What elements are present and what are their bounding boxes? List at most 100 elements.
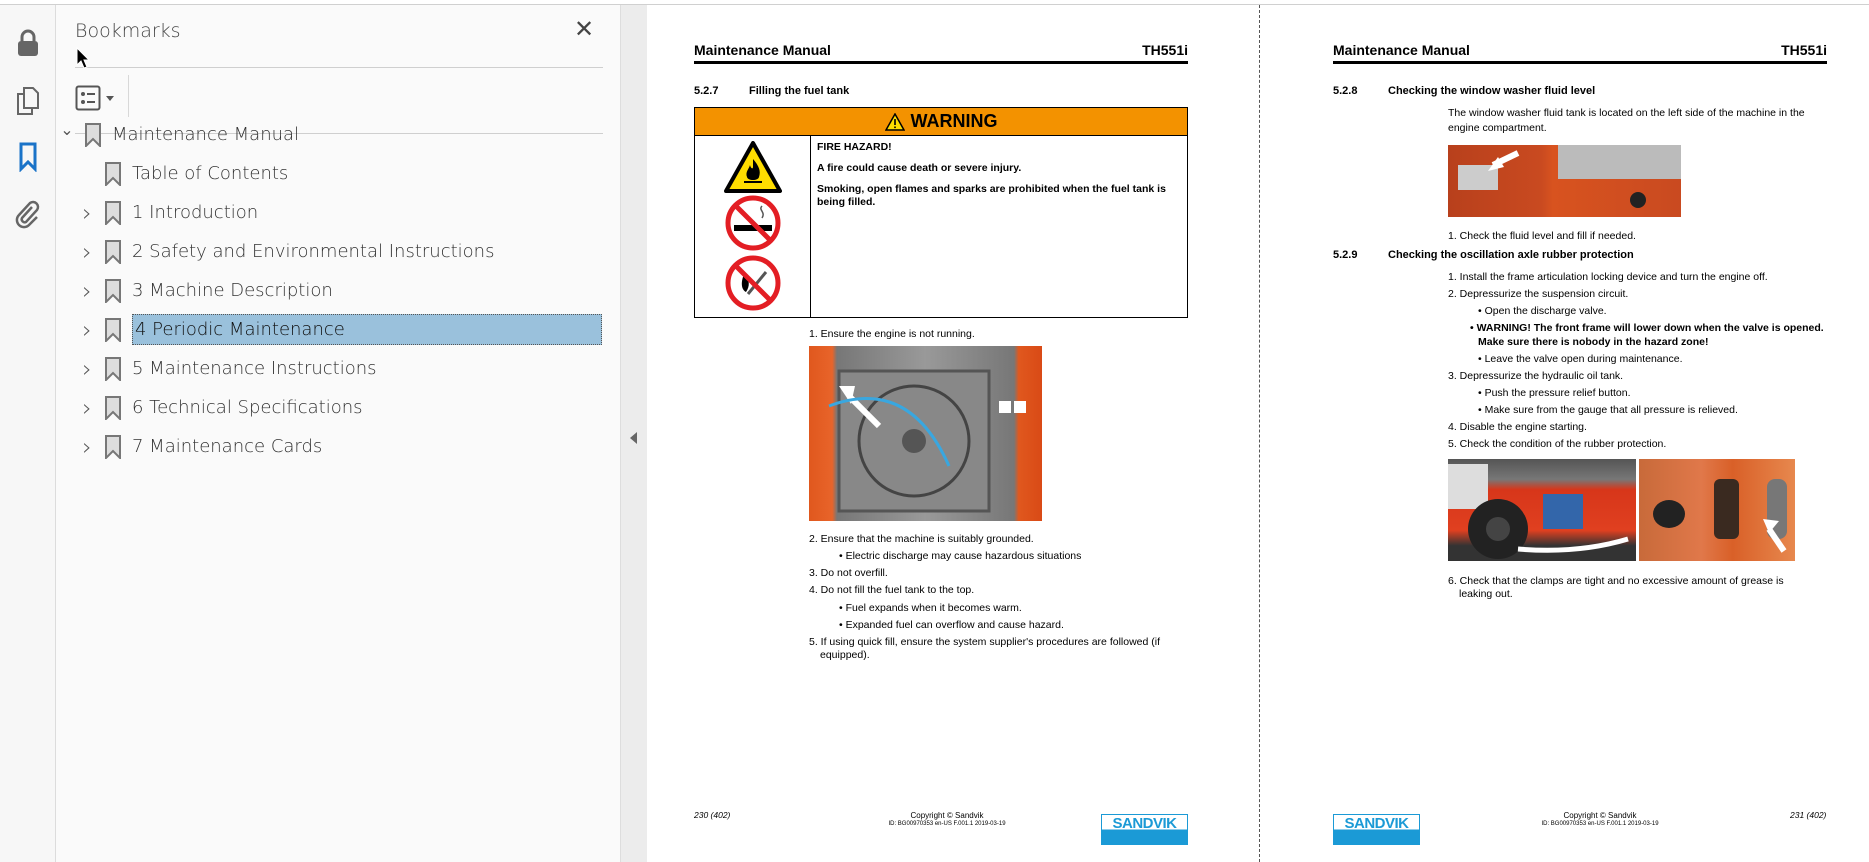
bookmark-label: 4 Periodic Maintenance [132, 314, 602, 345]
toolbar-separator [128, 75, 129, 117]
chevron-right-icon[interactable]: › [76, 277, 98, 305]
section-title: Checking the oscillation axle rubber pro… [1388, 249, 1634, 261]
bullet: • Make sure from the gauge that all pres… [1478, 404, 1738, 416]
machine-side-photo [1448, 459, 1636, 561]
bookmark-item[interactable]: › 4 Periodic Maintenance [76, 310, 602, 349]
collapse-panel-icon[interactable] [630, 432, 637, 444]
bookmark-flag-icon [105, 434, 121, 459]
divider [75, 67, 603, 68]
bookmark-label: 7 Maintenance Cards [132, 436, 323, 457]
attachment-icon[interactable] [12, 198, 44, 230]
header-model: TH551i [1142, 42, 1188, 58]
bookmark-item[interactable]: › 2 Safety and Environmental Instructions [76, 232, 494, 271]
chevron-right-icon[interactable]: › [76, 433, 98, 461]
bookmark-icon[interactable] [12, 141, 44, 173]
warning-box: WARNING FIRE HAZARD! A fire could cause … [694, 107, 1188, 318]
bookmark-flag-icon [105, 278, 121, 303]
bookmark-label: 6 Technical Specifications [132, 397, 363, 418]
warning-triangle-icon [884, 112, 905, 131]
document-id: ID: BG00970353 en-US F.001.1 2019-03-19 [1541, 821, 1659, 827]
section-title: Filling the fuel tank [749, 85, 850, 97]
list-options-icon [75, 85, 101, 111]
close-panel-button[interactable]: ✕ [574, 15, 594, 44]
bookmark-flag-icon [105, 356, 121, 381]
no-open-flame-icon [725, 255, 780, 311]
step-continued: leaking out. [1459, 588, 1513, 601]
step: 4. Disable the engine starting. [1448, 421, 1587, 434]
chevron-right-icon[interactable]: › [76, 355, 98, 383]
sandvik-logo: SANDVIK [1101, 814, 1188, 845]
navigation-rail [0, 5, 56, 862]
chevron-right-icon[interactable]: › [76, 394, 98, 422]
bullet-text: Leave the valve open during maintenance. [1484, 352, 1683, 365]
bookmark-item[interactable]: › 6 Technical Specifications [76, 388, 363, 427]
bookmark-label: 2 Safety and Environmental Instructions [132, 241, 495, 262]
chevron-right-icon[interactable]: › [76, 316, 98, 344]
bullet: • WARNING! The front frame will lower do… [1470, 322, 1824, 348]
section-heading: 5.2.9 Checking the oscillation axle rubb… [1333, 249, 1634, 263]
step: 6. Check that the clamps are tight and n… [1448, 575, 1784, 587]
bullet: • Electric discharge may cause hazardous… [839, 550, 1082, 563]
bullet: • Push the pressure relief button. [1478, 386, 1631, 399]
bookmark-flag-icon [105, 317, 121, 342]
bookmark-options-button[interactable] [75, 83, 117, 113]
step: 3. Depressurize the hydraulic oil tank. [1448, 369, 1624, 382]
bookmark-label: Table of Contents [132, 163, 289, 184]
step: 1. Install the frame articulation lockin… [1448, 271, 1768, 283]
header-title: Maintenance Manual [1333, 42, 1470, 58]
section-number: 5.2.8 [1333, 85, 1358, 97]
warning-header: WARNING [695, 108, 1187, 136]
lock-icon[interactable] [12, 27, 44, 59]
warning-text: FIRE HAZARD! A fire could cause death or… [817, 141, 1181, 218]
bookmark-item[interactable]: Table of Contents [76, 154, 288, 193]
chevron-down-icon[interactable]: ⌄ [56, 120, 78, 139]
bookmark-label: 5 Maintenance Instructions [132, 358, 377, 379]
page-230: Maintenance Manual TH551i 5.2.7 Filling … [647, 5, 1259, 862]
bullet-text: Make sure from the gauge that all pressu… [1484, 404, 1738, 416]
no-smoking-icon [725, 195, 780, 251]
page-number: 231 (402) [1790, 810, 1827, 820]
bookmark-flag-icon [85, 122, 101, 147]
panel-title: Bookmarks [75, 20, 181, 42]
bookmark-item[interactable]: › 5 Maintenance Instructions [76, 349, 377, 388]
chevron-right-icon[interactable]: › [76, 199, 98, 227]
page-header: Maintenance Manual TH551i [694, 42, 1188, 64]
document-id: ID: BG00970353 en-US F.001.1 2019-03-19 [888, 821, 1006, 827]
mouse-cursor-icon [76, 46, 91, 74]
bookmark-item[interactable]: › 3 Machine Description [76, 271, 333, 310]
section-heading: 5.2.8 Checking the window washer fluid l… [1333, 85, 1595, 99]
page-231: Maintenance Manual TH551i 5.2.8 Checking… [1260, 5, 1869, 862]
bullet: • Leave the valve open during maintenanc… [1478, 352, 1683, 365]
fire-hazard-icon [723, 140, 782, 193]
bookmark-item[interactable]: ⌄ Maintenance Manual [56, 115, 299, 154]
bullet-text: Expanded fuel can overflow and cause haz… [845, 618, 1064, 631]
bookmark-item[interactable]: › 7 Maintenance Cards [76, 427, 322, 466]
copyright: Copyright © Sandvik ID: BG00970353 en-US… [1500, 811, 1700, 829]
warning-line: A fire could cause death or severe injur… [817, 162, 1022, 175]
step-list: 1. Install the frame articulation lockin… [1448, 271, 1828, 455]
section-number: 5.2.7 [694, 85, 719, 97]
bookmark-item[interactable]: › 1 Introduction [76, 193, 258, 232]
chevron-right-icon[interactable]: › [76, 238, 98, 266]
step-list: 1. Ensure the engine is not running. [809, 328, 1189, 345]
page-header: Maintenance Manual TH551i [1333, 42, 1827, 64]
step: 1. Check the fluid level and fill if nee… [1448, 230, 1636, 242]
warning-line: FIRE HAZARD! [817, 141, 892, 153]
page-number: 230 (402) [694, 810, 731, 820]
step-list: 6. Check that the clamps are tight and n… [1448, 575, 1828, 601]
washer-tank-photo [1448, 145, 1681, 217]
step-continued: equipped). [820, 648, 870, 661]
bullet-text: Open the discharge valve. [1484, 305, 1607, 318]
bookmark-flag-icon [105, 395, 121, 420]
step: 1. Ensure the engine is not running. [809, 328, 975, 340]
step: 5. If using quick fill, ensure the syste… [809, 635, 1161, 648]
bullet-text: Fuel expands when it becomes warm. [845, 601, 1022, 614]
pages-icon[interactable] [12, 85, 44, 117]
panel-splitter[interactable] [620, 5, 647, 862]
bullet: • Expanded fuel can overflow and cause h… [839, 618, 1064, 631]
bullet-text: WARNING! The front frame will lower down… [1476, 322, 1824, 348]
copyright-text: Copyright © Sandvik [1563, 811, 1637, 820]
copyright: Copyright © Sandvik ID: BG00970353 en-US… [847, 811, 1047, 829]
chevron-down-icon [106, 95, 114, 101]
bullet: • Open the discharge valve. [1478, 305, 1607, 318]
